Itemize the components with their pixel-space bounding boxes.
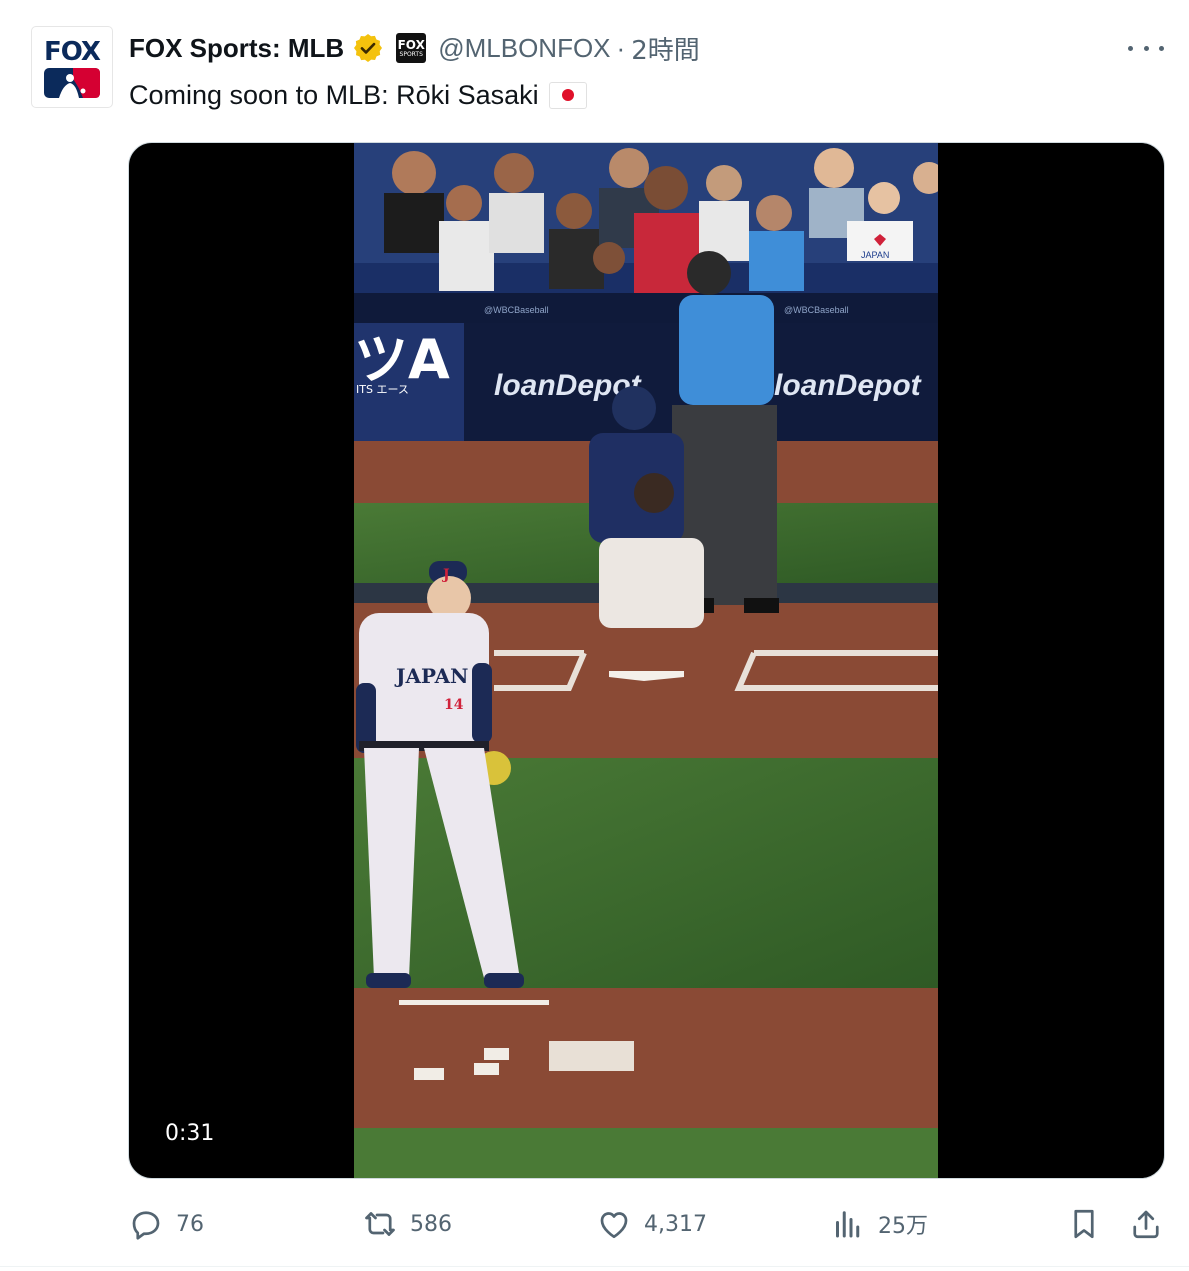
account-handle[interactable]: @MLBONFOX (438, 33, 610, 64)
account-avatar[interactable]: FOX (32, 27, 112, 107)
sign-left-text: ツA (354, 328, 450, 391)
tweet-body: Coming soon to MLB: Rōki Sasaki (129, 80, 539, 110)
heart-icon (600, 1212, 628, 1239)
like-button[interactable]: 4,317 (596, 1204, 707, 1244)
views-button[interactable]: 25万 (830, 1204, 928, 1244)
video-player[interactable]: JAPAN @WBCBaseball @WBCBaseball ツA ITS エ… (128, 142, 1165, 1179)
divider (0, 1266, 1189, 1267)
verified-badge-icon[interactable] (352, 32, 384, 64)
video-duration: 0:31 (165, 1121, 215, 1146)
repost-button[interactable]: 586 (362, 1204, 452, 1244)
mlb-logo-icon (44, 68, 100, 98)
affiliate-fox-sports-badge-icon[interactable]: FOX SPORTS (396, 33, 427, 63)
repost-count: 586 (410, 1211, 452, 1237)
reply-icon (132, 1211, 160, 1240)
cap-letter-text: J (441, 567, 450, 583)
bookmark-button[interactable] (1066, 1204, 1102, 1244)
share-icon (1133, 1210, 1159, 1239)
like-count: 4,317 (644, 1211, 707, 1237)
rail-text-1: @WBCBaseball (484, 305, 549, 315)
japan-flag-icon (548, 82, 587, 109)
avatar-fox-logo: FOX (44, 37, 101, 67)
pitching-rubber (399, 1000, 549, 1005)
rosin-bag-tray (549, 1041, 634, 1071)
jersey-number-text: 14 (444, 697, 464, 713)
tweet-header: FOX Sports: MLB FOX SPORTS @MLBONFOX · 2… (129, 30, 700, 66)
jersey-text: JAPAN (394, 664, 468, 688)
share-button[interactable] (1128, 1204, 1164, 1244)
fan-sign-text: JAPAN (861, 250, 889, 260)
more-options-icon[interactable] (1128, 38, 1164, 58)
view-count: 25万 (878, 1214, 928, 1239)
video-frame[interactable]: JAPAN @WBCBaseball @WBCBaseball ツA ITS エ… (354, 143, 938, 1178)
sponsor-text-2: loanDepot (774, 369, 923, 402)
display-name[interactable]: FOX Sports: MLB (129, 33, 344, 64)
views-chart-icon (836, 1211, 860, 1238)
sign-left-subtext: ITS エース (356, 383, 409, 396)
bookmark-icon (1074, 1209, 1094, 1239)
reply-button[interactable]: 76 (128, 1204, 204, 1244)
reply-count: 76 (176, 1211, 204, 1237)
tweet-actions: 76 586 4,317 25万 (0, 1200, 1189, 1250)
tweet-text: Coming soon to MLB: Rōki Sasaki (129, 80, 587, 111)
timestamp[interactable]: 2時間 (631, 30, 700, 67)
repost-icon (365, 1212, 395, 1236)
rail-text-2: @WBCBaseball (784, 305, 849, 315)
separator-dot: · (616, 32, 626, 63)
